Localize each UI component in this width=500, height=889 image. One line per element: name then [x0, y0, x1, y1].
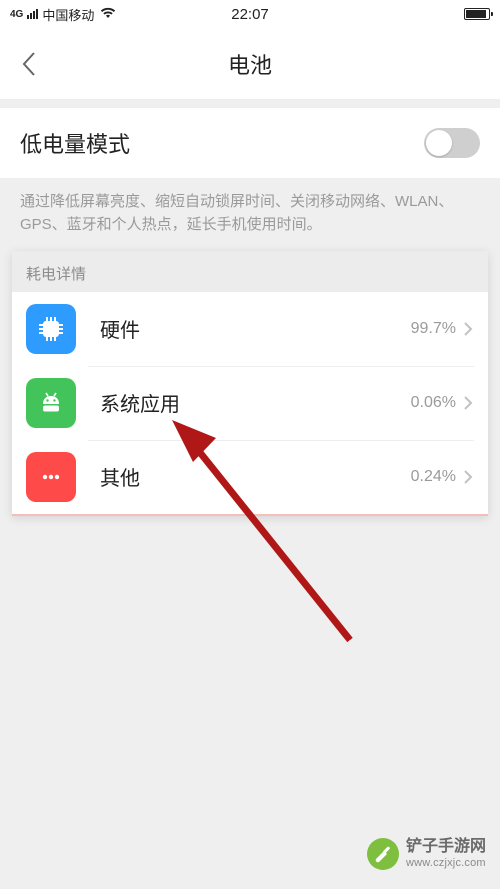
carrier-label: 中国移动 [42, 5, 94, 24]
low-power-row[interactable]: 低电量模式 [0, 108, 500, 178]
chevron-left-icon [20, 50, 38, 78]
network-badge: 4G [10, 9, 23, 20]
chevron-right-icon [462, 394, 474, 412]
shovel-logo-icon [366, 837, 400, 871]
low-power-description: 通过降低屏幕亮度、缩短自动锁屏时间、关闭移动网络、WLAN、GPS、蓝牙和个人热… [0, 178, 500, 251]
usage-header: 耗电详情 [12, 251, 488, 292]
usage-row-value: 0.06% [411, 394, 456, 412]
section-gap [0, 100, 500, 108]
usage-row-value: 99.7% [411, 320, 456, 338]
nav-bar: 电池 [0, 28, 500, 100]
status-left: 4G 中国移动 [10, 5, 116, 24]
usage-row-hardware[interactable]: 硬件 99.7% [12, 292, 488, 366]
card-accent-line [12, 514, 488, 516]
chip-icon [26, 304, 76, 354]
page-title: 电池 [228, 48, 272, 80]
wifi-icon [100, 7, 116, 22]
watermark: 铲子手游网 www.czjxjc.com [366, 837, 486, 871]
chevron-right-icon [462, 320, 474, 338]
watermark-url: www.czjxjc.com [406, 857, 486, 870]
status-right [464, 8, 490, 20]
low-power-toggle[interactable] [424, 128, 480, 158]
usage-card: 耗电详情 硬件 99.7% 系统应用 0.06% 其他 0.24% [12, 251, 488, 516]
battery-icon [464, 8, 490, 20]
usage-row-label: 硬件 [100, 314, 411, 343]
usage-row-system[interactable]: 系统应用 0.06% [12, 366, 488, 440]
status-bar: 4G 中国移动 22:07 [0, 0, 500, 28]
signal-bars-icon [27, 9, 38, 19]
usage-card-wrap: 耗电详情 硬件 99.7% 系统应用 0.06% 其他 0.24% [0, 251, 500, 516]
usage-row-label: 其他 [100, 462, 411, 491]
low-power-label: 低电量模式 [20, 127, 424, 159]
usage-row-label: 系统应用 [100, 388, 411, 417]
android-icon [26, 378, 76, 428]
status-time: 22:07 [231, 6, 269, 23]
usage-row-value: 0.24% [411, 468, 456, 486]
usage-row-other[interactable]: 其他 0.24% [12, 440, 488, 514]
more-dots-icon [26, 452, 76, 502]
toggle-knob [426, 130, 452, 156]
watermark-name: 铲子手游网 [406, 838, 486, 856]
chevron-right-icon [462, 468, 474, 486]
back-button[interactable] [14, 49, 44, 79]
